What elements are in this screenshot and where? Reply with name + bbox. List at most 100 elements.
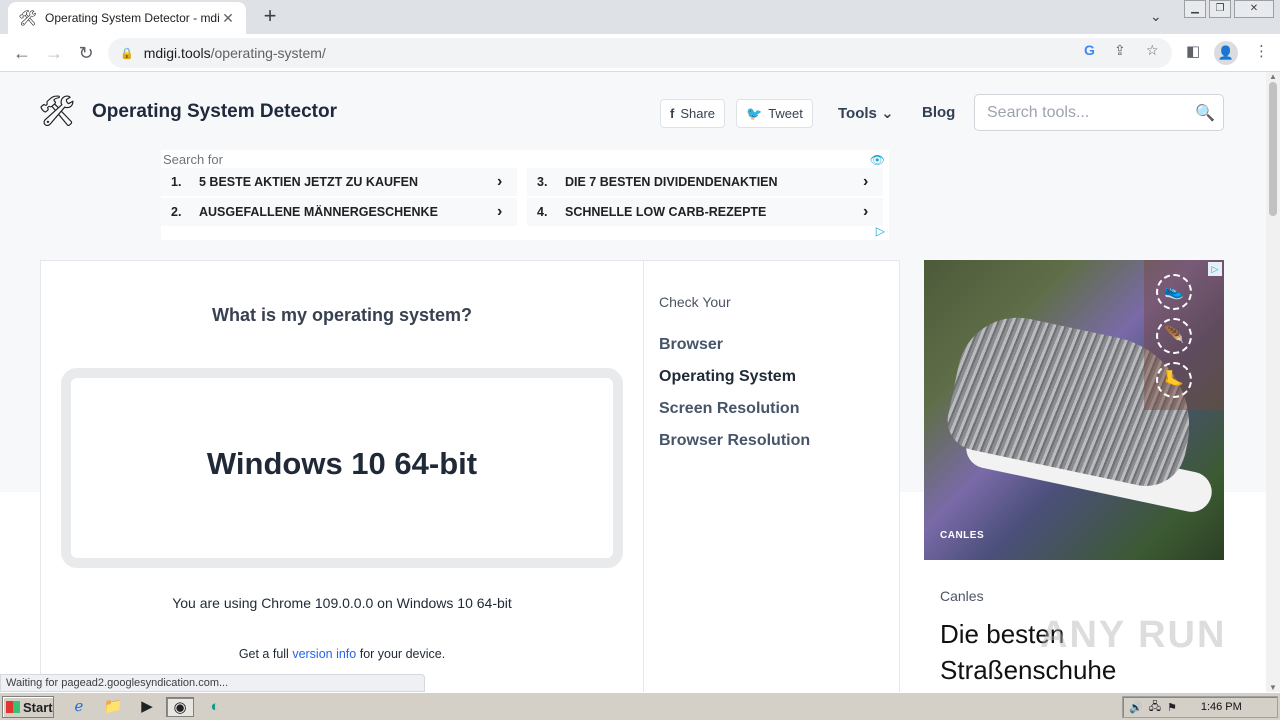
browser-tab[interactable]: 🛠 Operating System Detector - mdigi.t ✕ — [8, 2, 246, 34]
url-path: /operating-system/ — [210, 45, 326, 61]
ad-label: 5 BESTE AKTIEN JETZT ZU KAUFEN — [199, 175, 418, 189]
canles-logo: CANLES — [940, 530, 985, 541]
ad-link-1[interactable]: 1. 5 BESTE AKTIEN JETZT ZU KAUFEN › — [161, 168, 517, 196]
os-result: Windows 10 64-bit — [206, 446, 478, 481]
facebook-share-button[interactable]: f Share — [660, 99, 726, 128]
minimize-window-button[interactable]: ▁ — [1184, 0, 1206, 18]
flag-icon[interactable]: ⚑ — [1167, 701, 1177, 714]
scrollbar-thumb[interactable] — [1269, 82, 1277, 216]
using-text: You are using Chrome 109.0.0.0 on Window… — [172, 595, 512, 611]
url-host: mdigi.tools — [143, 45, 211, 61]
ad-heading: Search for — [163, 152, 223, 167]
tools-logo-icon[interactable]: 🛠 — [38, 94, 76, 129]
adchoices-icon[interactable]: ▷ — [876, 224, 885, 238]
ad-label: SCHNELLE LOW CARB-REZEPTE — [565, 205, 767, 219]
ad-link-3[interactable]: 3. DIE 7 BESTEN DIVIDENDENAKTIEN › — [527, 168, 883, 196]
lock-icon: 🔒 — [120, 47, 134, 60]
google-icon[interactable]: G — [1084, 42, 1095, 58]
sidebar-link-screen-resolution[interactable]: Screen Resolution — [659, 400, 799, 418]
browser-status-bar: Waiting for pagead2.googlesyndication.co… — [0, 674, 425, 692]
windows-flag-icon — [6, 701, 20, 713]
ad-num: 1. — [171, 175, 182, 189]
edge-icon[interactable]: ◐ — [204, 697, 226, 717]
chevron-right-icon: › — [497, 203, 503, 220]
sidebar-link-browser[interactable]: Browser — [659, 336, 723, 354]
network-icon[interactable]: 🖧 — [1149, 698, 1161, 717]
system-tray: 🔊 🖧 ⚑ 1:46 PM — [1122, 696, 1278, 718]
clock[interactable]: 1:46 PM — [1201, 701, 1242, 713]
site-title[interactable]: Operating System Detector — [92, 101, 337, 123]
shoe-ad-image[interactable]: 👟 🪶 🦶 CANLES ▷ — [924, 260, 1224, 560]
sidebar-heading: Check Your — [659, 294, 731, 310]
search-input[interactable] — [975, 95, 1185, 130]
scroll-down-icon[interactable]: ▼ — [1269, 683, 1277, 692]
chevron-right-icon: › — [497, 173, 503, 190]
internet-explorer-icon[interactable]: ℯ — [68, 697, 90, 717]
foot-icon: 🦶 — [1156, 362, 1192, 398]
twitter-tweet-button[interactable]: 🐦 Tweet — [736, 99, 813, 128]
back-arrow-icon[interactable]: ← — [10, 42, 34, 64]
sidebar-link-operating-system[interactable]: Operating System — [659, 368, 796, 386]
close-tab-icon[interactable]: ✕ — [220, 10, 236, 27]
nav-blog-link[interactable]: Blog — [922, 104, 955, 121]
forward-arrow-icon[interactable]: → — [42, 42, 66, 64]
side-panel-icon[interactable]: ◧ — [1186, 42, 1200, 60]
sidebar-link-browser-resolution[interactable]: Browser Resolution — [659, 432, 810, 450]
ad-brand-name[interactable]: Canles — [940, 588, 984, 604]
card-divider — [643, 261, 644, 692]
ad-link-2[interactable]: 2. AUSGEFALLENE MÄNNERGESCHENKE › — [161, 198, 517, 226]
folder-icon[interactable]: 📁 — [102, 697, 124, 717]
version-info-link[interactable]: version info — [292, 647, 356, 661]
tools-favicon-icon: 🛠 — [18, 10, 38, 27]
os-detector-card: What is my operating system? Windows 10 … — [40, 260, 900, 692]
ad-num: 4. — [537, 205, 548, 219]
full-info-prefix: Get a full — [238, 647, 293, 661]
page-viewport: 🛠 Operating System Detector f Share 🐦 Tw… — [0, 72, 1266, 692]
nav-tools-label: Tools — [838, 105, 877, 122]
tab-search-chevron-icon[interactable]: ⌄ — [1150, 8, 1162, 25]
full-info-text: Get a full version info for your device. — [41, 647, 643, 661]
page-scrollbar[interactable]: ▲ ▼ — [1266, 72, 1280, 692]
search-icon[interactable]: 🔍 — [1195, 103, 1215, 123]
nav-tools-menu[interactable]: Tools ⌄ — [838, 104, 894, 122]
browser-toolbar: ← → ↻ 🔒 mdigi.tools/operating-system/ G … — [0, 34, 1280, 72]
page-question: What is my operating system? — [211, 305, 473, 325]
twitter-icon: 🐦 — [746, 105, 763, 121]
volume-icon[interactable]: 🔊 — [1129, 701, 1143, 714]
ad-num: 2. — [171, 205, 182, 219]
media-player-icon[interactable]: ▶ — [136, 697, 158, 717]
scroll-up-icon[interactable]: ▲ — [1269, 72, 1277, 81]
site-header: 🛠 Operating System Detector f Share 🐦 Tw… — [0, 72, 1266, 152]
facebook-icon: f — [670, 106, 675, 121]
chevron-right-icon: › — [863, 173, 869, 190]
close-window-button[interactable]: ✕ — [1234, 0, 1274, 18]
chevron-right-icon: › — [863, 203, 869, 220]
share-page-icon[interactable]: ⇪ — [1114, 42, 1126, 59]
reload-icon[interactable]: ↻ — [74, 42, 98, 64]
tab-title: Operating System Detector - mdigi.t — [45, 11, 220, 25]
ad-link-4[interactable]: 4. SCHNELLE LOW CARB-REZEPTE › — [527, 198, 883, 226]
adchoices-icon[interactable]: ▷ — [1208, 262, 1222, 276]
menu-kebab-icon[interactable]: ⋮ — [1254, 42, 1269, 60]
address-bar[interactable]: 🔒 mdigi.tools/operating-system/ — [108, 38, 1172, 68]
full-info-suffix: for your device. — [356, 647, 446, 661]
anyrun-watermark: ANY RUN — [1040, 614, 1227, 656]
tab-strip: 🛠 Operating System Detector - mdigi.t ✕ … — [0, 0, 1280, 34]
start-label: Start — [23, 699, 53, 715]
running-shoe-icon: 👟 — [1156, 274, 1192, 310]
ad-label: AUSGEFALLENE MÄNNERGESCHENKE — [199, 205, 438, 219]
restore-window-button[interactable]: ❐ — [1209, 0, 1231, 18]
new-tab-button[interactable]: + — [258, 5, 282, 29]
tweet-label: Tweet — [768, 106, 803, 121]
profile-avatar-icon[interactable]: 👤 — [1214, 41, 1238, 65]
ad-visibility-icon[interactable]: 👁 — [870, 153, 885, 167]
ad-label: DIE 7 BESTEN DIVIDENDENAKTIEN — [565, 175, 778, 189]
os-result-box: Windows 10 64-bit — [61, 368, 623, 568]
bookmark-star-icon[interactable]: ☆ — [1146, 42, 1159, 59]
feather-icon: 🪶 — [1156, 318, 1192, 354]
windows-taskbar: Start ℯ 📁 ▶ ◉ ◐ 🔊 🖧 ⚑ 1:46 PM — [0, 692, 1280, 720]
chrome-icon[interactable]: ◉ — [166, 697, 194, 717]
start-button[interactable]: Start — [2, 696, 54, 718]
search-ad-unit: Search for 👁 1. 5 BESTE AKTIEN JETZT ZU … — [161, 150, 889, 240]
ad-num: 3. — [537, 175, 548, 189]
